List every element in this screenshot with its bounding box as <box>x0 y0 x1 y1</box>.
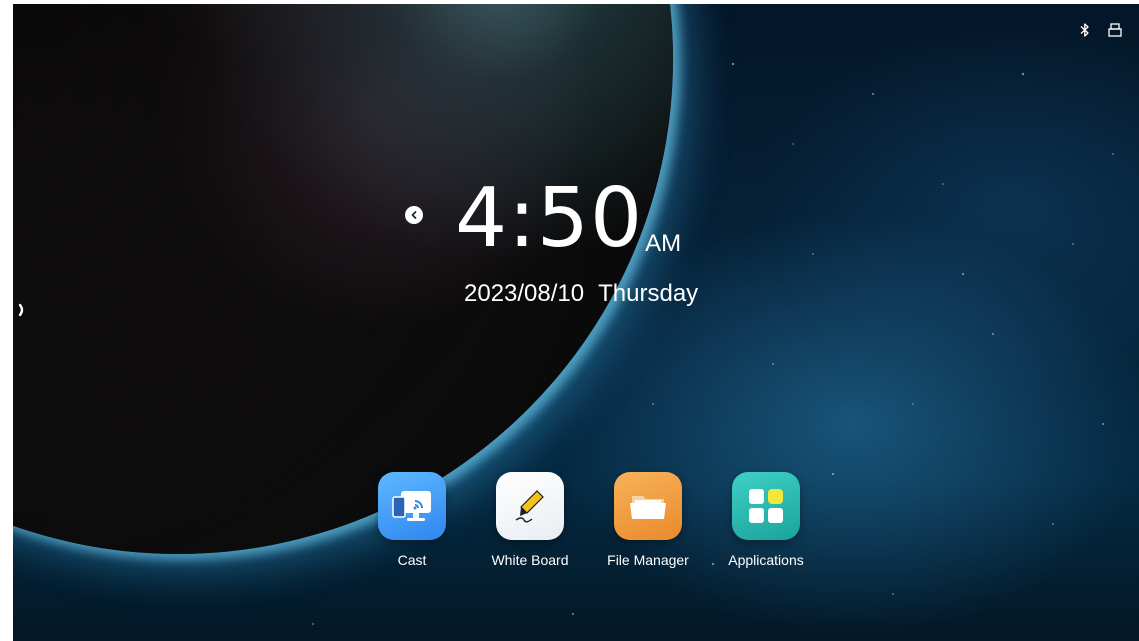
app-file-manager[interactable]: File Manager <box>589 472 707 568</box>
usb-icon[interactable] <box>1107 22 1123 38</box>
whiteboard-pen-icon[interactable] <box>496 472 564 540</box>
app-white-board[interactable]: White Board <box>471 472 589 568</box>
clock-ampm: AM <box>645 230 682 257</box>
cast-icon[interactable] <box>378 472 446 540</box>
bluetooth-icon[interactable] <box>1077 22 1093 38</box>
app-label: Applications <box>728 552 804 568</box>
app-cast[interactable]: Cast <box>353 472 471 568</box>
app-applications[interactable]: Applications <box>707 472 825 568</box>
clock-back-button[interactable] <box>405 206 423 224</box>
status-bar <box>1077 22 1123 38</box>
chevron-left-icon <box>411 211 417 219</box>
app-label: White Board <box>491 552 569 568</box>
date-row: 2023/08/10 Thursday <box>464 280 698 308</box>
app-dock: Cast White Board File Manager Applicatio… <box>353 472 825 568</box>
home-screen: 4:50 AM 2023/08/10 Thursday Cast White B… <box>13 4 1139 641</box>
app-label: File Manager <box>607 552 689 568</box>
clock-date: 2023/08/10 <box>464 280 585 307</box>
side-drawer-handle[interactable] <box>17 302 27 318</box>
clock-widget: 4:50 AM <box>455 176 681 262</box>
app-grid-icon[interactable] <box>732 472 800 540</box>
clock-time: 4:50 <box>455 171 644 266</box>
clock-weekday: Thursday <box>598 280 699 307</box>
folder-icon[interactable] <box>614 472 682 540</box>
app-label: Cast <box>397 552 427 568</box>
chevron-right-icon <box>18 303 24 317</box>
